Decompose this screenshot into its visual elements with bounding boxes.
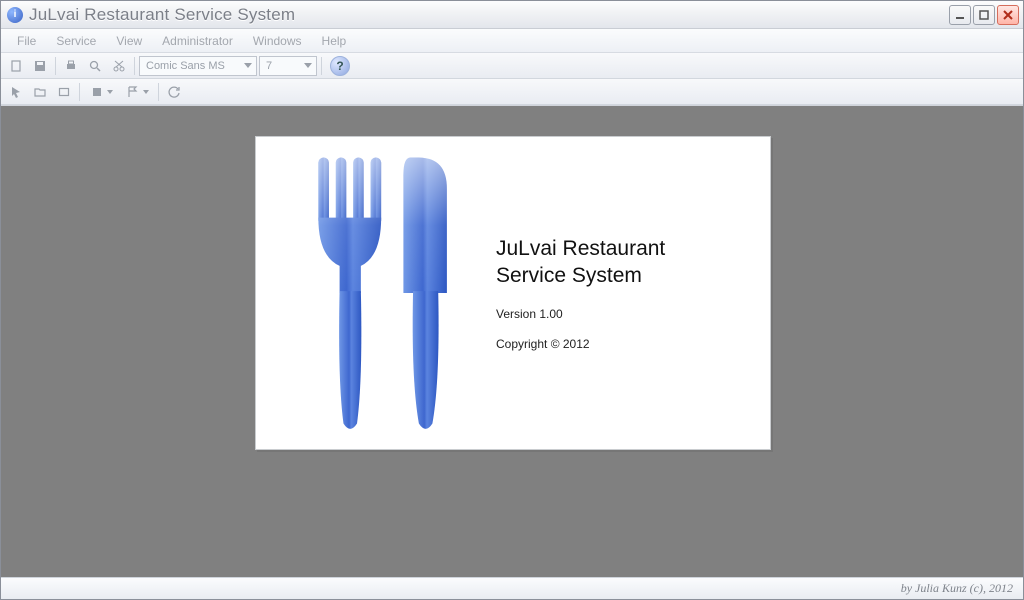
help-icon[interactable]: ? [330,56,350,76]
splash-title-line2: Service System [496,264,642,287]
tool-rectangle-icon[interactable] [53,82,75,102]
cut-icon[interactable] [108,56,130,76]
fork-knife-icon [286,148,486,438]
splash-panel: JuLvai Restaurant Service System Version… [255,136,771,450]
preview-icon[interactable] [84,56,106,76]
splash-title: JuLvai Restaurant Service System [496,235,744,290]
tool-shape-dropdown[interactable] [84,82,118,102]
separator [321,57,322,75]
tool-flag-dropdown[interactable] [120,82,154,102]
menu-windows[interactable]: Windows [243,29,312,52]
mdi-client-area: JuLvai Restaurant Service System Version… [1,105,1023,577]
menu-service[interactable]: Service [46,29,106,52]
status-credits: by Julia Kunz (c), 2012 [901,581,1013,596]
font-name-value: Comic Sans MS [146,60,225,72]
close-button[interactable] [997,5,1019,25]
print-icon[interactable] [60,56,82,76]
toolbar-secondary [1,79,1023,105]
splash-text-block: JuLvai Restaurant Service System Version… [496,235,744,352]
chevron-down-icon [304,63,312,68]
status-bar: by Julia Kunz (c), 2012 [1,577,1023,599]
separator [55,57,56,75]
menu-file[interactable]: File [7,29,46,52]
chevron-down-icon [107,90,113,94]
chevron-down-icon [143,90,149,94]
menu-help[interactable]: Help [312,29,357,52]
font-size-value: 7 [266,60,272,72]
separator [79,83,80,101]
new-icon[interactable] [5,56,27,76]
splash-copyright: Copyright © 2012 [496,337,744,351]
splash-version: Version 1.00 [496,307,744,321]
tool-refresh-icon[interactable] [163,82,185,102]
save-icon[interactable] [29,56,51,76]
toolbar-primary: Comic Sans MS 7 ? [1,53,1023,79]
chevron-down-icon [244,63,252,68]
window-title: JuLvai Restaurant Service System [29,5,949,25]
app-window: i JuLvai Restaurant Service System File … [0,0,1024,600]
tool-folder-icon[interactable] [29,82,51,102]
font-size-select[interactable]: 7 [259,56,317,76]
tool-pointer-icon[interactable] [5,82,27,102]
font-name-select[interactable]: Comic Sans MS [139,56,257,76]
separator [134,57,135,75]
splash-title-line1: JuLvai Restaurant [496,237,665,260]
separator [158,83,159,101]
menu-administrator[interactable]: Administrator [152,29,243,52]
menu-bar: File Service View Administrator Windows … [1,29,1023,53]
maximize-button[interactable] [973,5,995,25]
window-controls [949,5,1019,25]
menu-view[interactable]: View [106,29,152,52]
title-bar: i JuLvai Restaurant Service System [1,1,1023,29]
app-icon: i [7,7,23,23]
minimize-button[interactable] [949,5,971,25]
